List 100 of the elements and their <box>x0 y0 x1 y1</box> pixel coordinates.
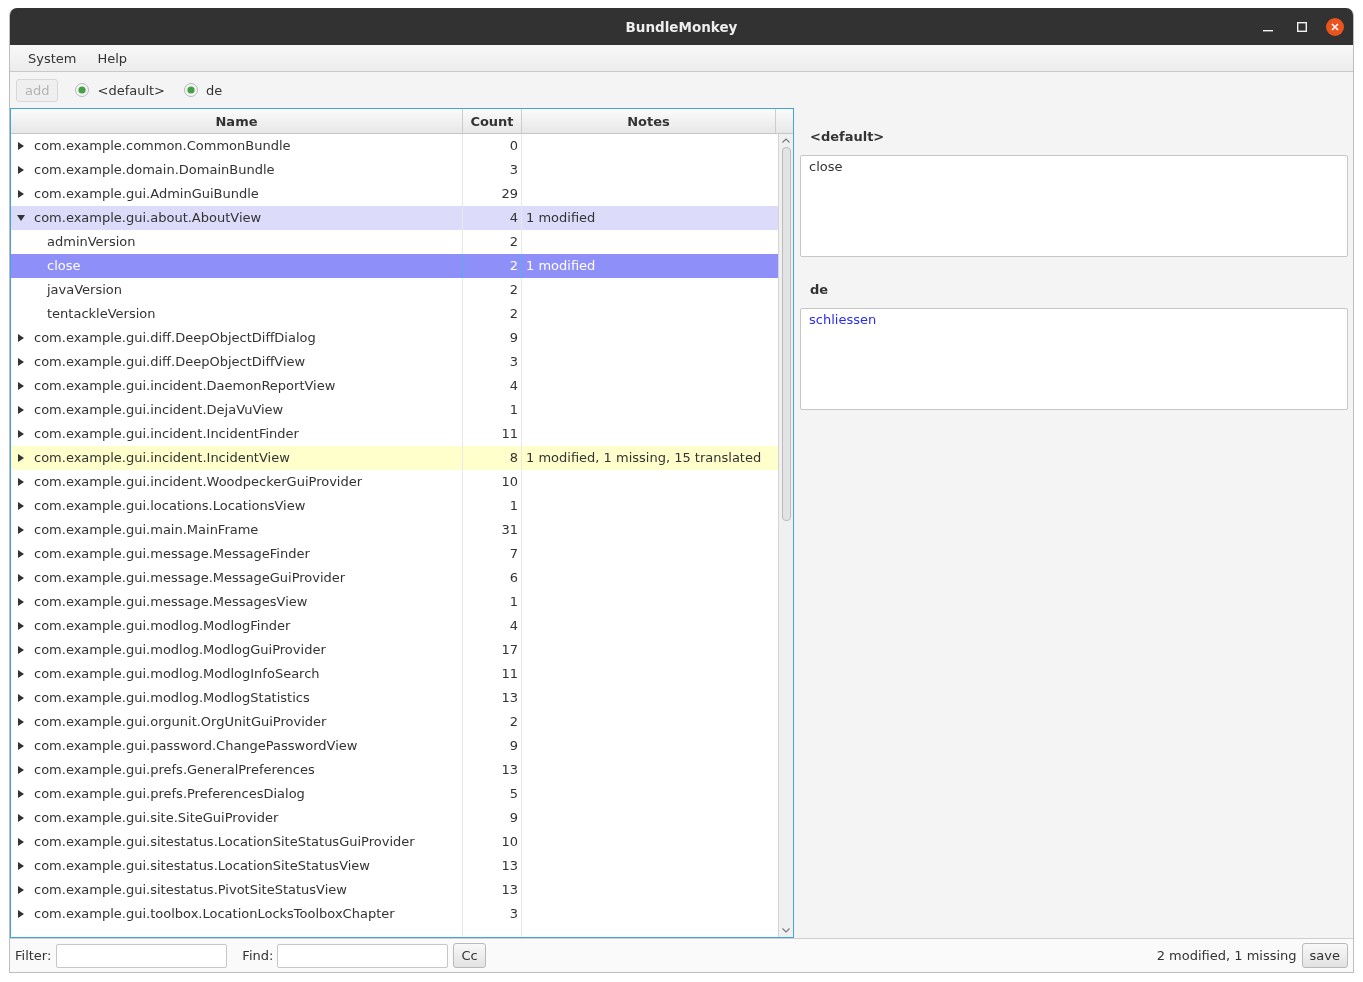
triangle-right-icon[interactable] <box>18 526 24 534</box>
save-button[interactable]: save <box>1301 943 1348 968</box>
tree-row[interactable]: com.example.gui.incident.DejaVuView 1 <box>11 398 778 422</box>
entry-notes: 1 modified <box>526 258 596 273</box>
tree-row[interactable]: com.example.gui.prefs.PreferencesDialog 5 <box>11 782 778 806</box>
tree-row[interactable]: com.example.gui.message.MessageGuiProvider 6 <box>11 566 778 590</box>
entry-count: 11 <box>501 666 518 681</box>
tree-row[interactable]: com.example.gui.sitestatus.LocationSiteStatusView 13 <box>11 854 778 878</box>
entry-name: com.example.gui.sitestatus.PivotSiteStatusView <box>34 881 347 899</box>
menu-item[interactable]: Help <box>87 47 138 69</box>
scrollbar-thumb[interactable] <box>781 147 791 521</box>
entry-name: com.example.gui.incident.DejaVuView <box>34 401 284 419</box>
radio-icon[interactable] <box>75 83 90 97</box>
triangle-right-icon[interactable] <box>18 598 24 606</box>
tree-row[interactable]: com.example.gui.diff.DeepObjectDiffDialog 9 <box>11 326 778 350</box>
entry-count: 0 <box>509 138 518 153</box>
tree-row[interactable]: com.example.gui.password.ChangePasswordView 9 <box>11 734 778 758</box>
triangle-right-icon[interactable] <box>18 574 24 582</box>
entry-name: com.example.gui.incident.DaemonReportView <box>34 377 336 395</box>
language-label: de <box>809 281 829 299</box>
entry-name: com.example.gui.modlog.ModlogStatistics <box>34 689 310 707</box>
triangle-right-icon[interactable] <box>18 670 24 678</box>
language-radio[interactable]: <default> <box>75 80 165 100</box>
triangle-right-icon[interactable] <box>18 142 24 150</box>
case-sensitive-button[interactable]: Cc <box>453 943 486 968</box>
tree-row[interactable]: com.example.gui.sitestatus.PivotSiteStatusView 13 <box>11 878 778 902</box>
entry-count: 13 <box>501 762 518 777</box>
triangle-right-icon[interactable] <box>18 478 24 486</box>
tree-row[interactable]: com.example.common.CommonBundle 0 <box>11 134 778 158</box>
triangle-down-icon[interactable] <box>17 215 25 221</box>
triangle-right-icon[interactable] <box>18 622 24 630</box>
triangle-right-icon[interactable] <box>18 718 24 726</box>
entry-count: 3 <box>509 162 518 177</box>
tree-row[interactable]: com.example.gui.modlog.ModlogStatistics 13 <box>11 686 778 710</box>
scrollbar[interactable] <box>778 134 793 937</box>
tree-row[interactable]: com.example.gui.modlog.ModlogFinder 4 <box>11 614 778 638</box>
triangle-right-icon[interactable] <box>18 550 24 558</box>
menu-item[interactable]: System <box>18 47 87 69</box>
scroll-up-icon[interactable] <box>782 138 790 143</box>
tree-row[interactable]: com.example.gui.site.SiteGuiProvider 9 <box>11 806 778 830</box>
triangle-right-icon[interactable] <box>18 886 24 894</box>
entry-count: 10 <box>501 474 518 489</box>
entry-count: 10 <box>501 834 518 849</box>
tree-row[interactable]: javaVersion 2 <box>11 278 778 302</box>
translation-field[interactable]: schliessen <box>800 308 1348 410</box>
filter-label: Filter: <box>15 948 52 963</box>
scroll-down-icon[interactable] <box>782 928 790 933</box>
triangle-right-icon[interactable] <box>18 406 24 414</box>
maximize-icon[interactable] <box>1297 21 1307 32</box>
tree-row[interactable]: com.example.gui.toolbox.LocationLocksToolboxChapter 3 <box>11 902 778 926</box>
triangle-right-icon[interactable] <box>18 166 24 174</box>
tree-row[interactable]: com.example.gui.locations.LocationsView 1 <box>11 494 778 518</box>
tree-row[interactable]: com.example.gui.sitestatus.LocationSiteStatusGuiProvider 10 <box>11 830 778 854</box>
triangle-right-icon[interactable] <box>18 358 24 366</box>
tree-row[interactable]: com.example.gui.incident.IncidentView 8 1 modified, 1 missing, 15 translated <box>11 446 778 470</box>
column-header[interactable]: Notes <box>522 109 776 133</box>
tree-row[interactable]: com.example.domain.DomainBundle 3 <box>11 158 778 182</box>
column-header[interactable]: Name <box>11 109 463 133</box>
translation-field[interactable]: close <box>800 155 1348 257</box>
filter-field[interactable] <box>56 943 228 968</box>
triangle-right-icon[interactable] <box>18 190 24 198</box>
entry-name: com.example.gui.password.ChangePasswordView <box>34 737 358 755</box>
triangle-right-icon[interactable] <box>18 382 24 390</box>
tree-row[interactable]: com.example.gui.message.MessageFinder 7 <box>11 542 778 566</box>
triangle-right-icon[interactable] <box>18 502 24 510</box>
triangle-right-icon[interactable] <box>18 814 24 822</box>
tree-row[interactable]: com.example.gui.incident.DaemonReportView 4 <box>11 374 778 398</box>
tree-row[interactable]: com.example.gui.orgunit.OrgUnitGuiProvider 2 <box>11 710 778 734</box>
column-header[interactable]: Count <box>463 109 522 133</box>
entry-name: com.example.gui.modlog.ModlogGuiProvider <box>34 641 326 659</box>
triangle-right-icon[interactable] <box>18 838 24 846</box>
triangle-right-icon[interactable] <box>18 862 24 870</box>
triangle-right-icon[interactable] <box>18 766 24 774</box>
entry-name: com.example.gui.main.MainFrame <box>34 521 259 539</box>
tree-row[interactable]: com.example.gui.message.MessagesView 1 <box>11 590 778 614</box>
find-field[interactable] <box>277 943 449 968</box>
triangle-right-icon[interactable] <box>18 646 24 654</box>
tree-row[interactable]: com.example.gui.incident.WoodpeckerGuiProvider 10 <box>11 470 778 494</box>
entry-count: 2 <box>509 282 518 297</box>
language-radio[interactable]: de <box>184 80 223 100</box>
tree-row[interactable]: com.example.gui.diff.DeepObjectDiffView 3 <box>11 350 778 374</box>
radio-icon[interactable] <box>184 83 198 97</box>
triangle-right-icon[interactable] <box>18 742 24 750</box>
tree-row[interactable]: com.example.gui.modlog.ModlogInfoSearch 11 <box>11 662 778 686</box>
tree-row[interactable]: tentackleVersion 2 <box>11 302 778 326</box>
entry-name: com.example.gui.message.MessageFinder <box>34 545 310 563</box>
triangle-right-icon[interactable] <box>18 790 24 798</box>
triangle-right-icon[interactable] <box>18 454 24 462</box>
entry-name: com.example.gui.prefs.GeneralPreferences <box>34 761 315 779</box>
triangle-right-icon[interactable] <box>18 334 24 342</box>
triangle-right-icon[interactable] <box>18 694 24 702</box>
tree-row[interactable]: com.example.gui.main.MainFrame 31 <box>11 518 778 542</box>
entry-count: 13 <box>501 858 518 873</box>
triangle-right-icon[interactable] <box>18 430 24 438</box>
triangle-right-icon[interactable] <box>18 910 24 918</box>
entry-name: com.example.gui.diff.DeepObjectDiffDialog <box>34 329 316 347</box>
tree-row[interactable]: com.example.gui.about.AboutView 4 1 modified <box>11 206 778 230</box>
tree-row[interactable]: com.example.gui.modlog.ModlogGuiProvider 17 <box>11 638 778 662</box>
tree-row[interactable]: com.example.gui.prefs.GeneralPreferences 13 <box>11 758 778 782</box>
close-icon[interactable] <box>1326 17 1344 36</box>
